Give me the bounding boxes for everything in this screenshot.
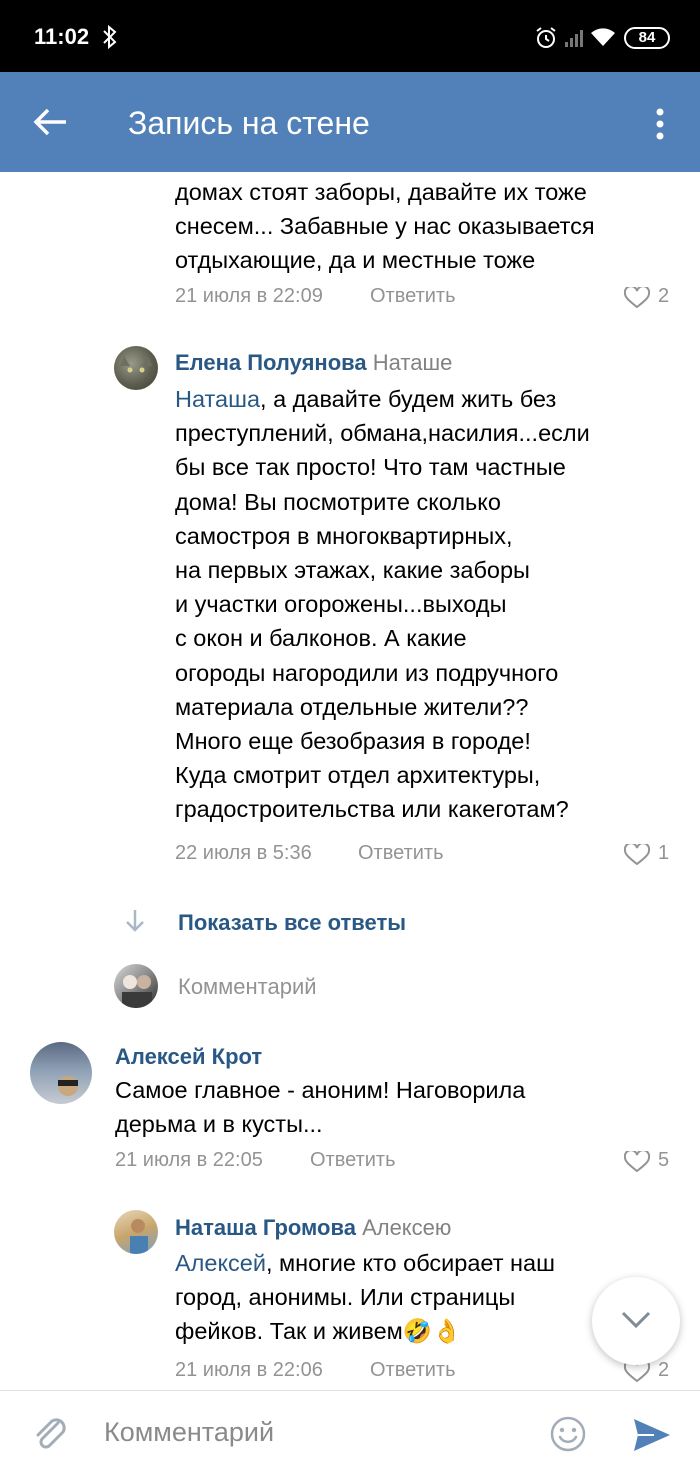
comment-date: 21 июля в 22:05 [115, 1149, 263, 1171]
comment-text-line: с окон и балконов. А какие [175, 625, 467, 652]
wifi-icon [591, 28, 615, 46]
author-name[interactable]: Алексей Крот [115, 1044, 262, 1069]
comment-text-line: фейков. Так и живем🤣👌 [175, 1318, 462, 1345]
reply-button[interactable]: Ответить [370, 1359, 456, 1382]
signal-icon [565, 30, 583, 47]
down-arrow-icon [126, 910, 144, 932]
comment-text-line: Куда смотрит отдел архитектуры, [175, 762, 541, 789]
alarm-icon [536, 27, 556, 48]
comment-text-line: Наташа, а давайте будем жить без [175, 382, 590, 416]
comment-composer: Комментарий [0, 1390, 700, 1479]
comment-text-line: самостроя в многоквартирных, [175, 522, 513, 549]
reply-input-placeholder[interactable]: Комментарий [178, 974, 317, 1000]
comment-text-line: Алексей, многие кто обсирает наш [175, 1246, 555, 1280]
comment-text-line: огороды нагородили из подручного [175, 659, 559, 686]
comment-text: Наташа, а давайте будем жить без преступ… [175, 382, 590, 827]
comment-text-line: на первых этажах, какие заборы [175, 557, 530, 584]
comment-text-line: Много еще безобразия в городе! [175, 728, 531, 755]
comment-text-line: дерьма и в кусты... [115, 1111, 323, 1138]
comment-author[interactable]: Елена Полуянова Наташе [175, 350, 452, 376]
reply-button[interactable]: Ответить [310, 1149, 396, 1172]
show-all-replies[interactable]: Показать все ответы [120, 902, 520, 942]
status-bar: 11:02 84 [0, 0, 700, 72]
heart-icon[interactable] [624, 844, 650, 866]
comment-text-first-line: , а давайте будем жить без [260, 386, 557, 412]
comment-text-line: и участки огорожены...выходы [175, 591, 507, 618]
user-photo-icon [122, 975, 152, 1008]
more-vert-icon[interactable] [650, 106, 670, 142]
emoji-icon[interactable] [549, 1415, 587, 1453]
mention-link[interactable]: Наташа [175, 386, 260, 412]
comment-text-line: градостроительства или какеготам? [175, 796, 569, 823]
like-count: 5 [658, 1149, 670, 1171]
app-bar: Запись на стене [0, 72, 700, 172]
comment-text-line: домах стоят заборы, давайте их тоже [175, 179, 587, 205]
show-all-replies-label[interactable]: Показать все ответы [178, 910, 406, 936]
page-title: Запись на стене [128, 105, 370, 141]
avatar[interactable] [114, 346, 158, 390]
reply-button[interactable]: Ответить [370, 285, 456, 308]
comment-date: 21 июля в 22:09 [175, 285, 323, 307]
back-arrow-icon[interactable] [30, 104, 70, 140]
avatar[interactable] [30, 1042, 92, 1104]
comment-text: Алексей, многие кто обсирает наш город, … [175, 1246, 555, 1349]
chevron-down-icon [621, 1311, 651, 1329]
comment-input[interactable]: Комментарий [104, 1417, 274, 1448]
author-name[interactable]: Наташа Громова [175, 1215, 356, 1240]
user-photo-icon [58, 1076, 78, 1096]
attach-icon[interactable] [30, 1413, 70, 1453]
comment-text-line: снесем... Забавные у нас оказывается [175, 213, 595, 240]
battery-indicator: 84 [624, 27, 670, 49]
comment-date: 21 июля в 22:06 [175, 1359, 323, 1381]
cat-photo-icon [120, 356, 152, 373]
like-count: 2 [658, 1359, 670, 1381]
reply-to-name: Алексею [362, 1215, 452, 1240]
comment-text-line: отдыхающие, да и местные тоже [175, 247, 536, 274]
comment-author[interactable]: Алексей Крот [115, 1044, 262, 1070]
comment-text-line: город, анонимы. Или страницы [175, 1284, 516, 1311]
bluetooth-icon [103, 24, 117, 50]
heart-icon[interactable] [624, 287, 650, 309]
user-photo-icon [130, 1219, 148, 1254]
mention-link[interactable]: Алексей [175, 1250, 266, 1276]
comment-text-line: дома! Вы посмотрите сколько [175, 488, 501, 515]
comment-text-line: Самое главное - аноним! Наговорила [115, 1077, 526, 1103]
like-count: 1 [658, 842, 670, 864]
comment-text-line: бы все так просто! Что там частные [175, 454, 566, 481]
comment-item: Елена Полуянова Наташе Наташа, а давайте… [0, 342, 700, 882]
reply-to-name: Наташе [372, 350, 453, 375]
battery-level: 84 [638, 29, 656, 46]
like-count: 2 [658, 285, 670, 307]
comment-item: домах стоят заборы, давайте их тоже снес… [0, 172, 700, 312]
comment-text: домах стоят заборы, давайте их тоже снес… [175, 175, 595, 278]
reply-comment-input[interactable]: Комментарий [112, 962, 672, 1012]
comment-text-line: материала отдельные жители?? [175, 693, 529, 720]
send-icon[interactable] [632, 1417, 672, 1453]
status-time: 11:02 [34, 24, 90, 49]
comment-text-first-line: , многие кто обсирает наш [265, 1250, 555, 1276]
comment-author[interactable]: Наташа Громова Алексею [175, 1215, 451, 1241]
comment-text-line: преступлений, обмана,насилия...если [175, 420, 590, 447]
reply-button[interactable]: Ответить [358, 842, 444, 865]
scroll-down-button[interactable] [592, 1277, 680, 1365]
avatar[interactable] [114, 1210, 158, 1254]
comments-feed[interactable]: домах стоят заборы, давайте их тоже снес… [0, 172, 700, 1390]
comment-item: Алексей Крот Самое главное - аноним! Наг… [0, 1032, 700, 1182]
comment-date: 22 июля в 5:36 [175, 842, 312, 864]
comment-text: Самое главное - аноним! Наговорила дерьм… [115, 1073, 525, 1141]
author-name[interactable]: Елена Полуянова [175, 350, 367, 375]
heart-icon[interactable] [624, 1151, 650, 1173]
avatar [114, 964, 158, 1008]
comment-item: Наташа Громова Алексею Алексей, многие к… [0, 1207, 700, 1390]
